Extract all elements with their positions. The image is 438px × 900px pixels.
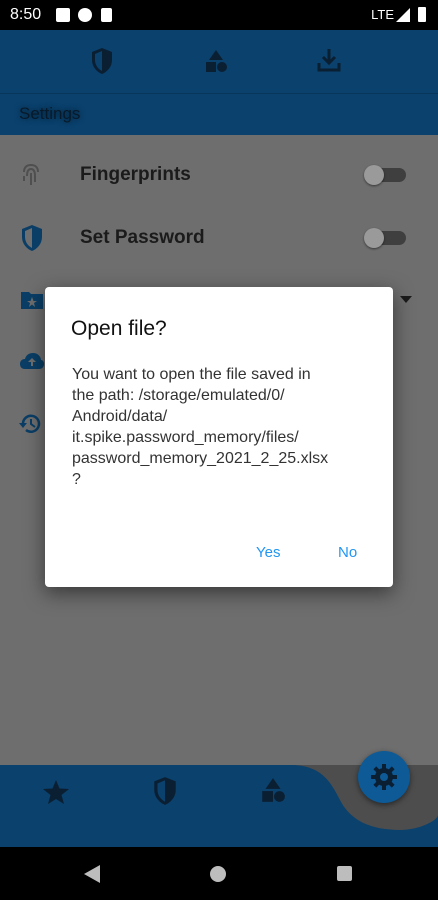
dialog-message-line: Android/data/ [72, 408, 168, 425]
fingerprint-icon [23, 163, 39, 185]
fingerprints-label: Fingerprints [80, 164, 191, 185]
home-icon[interactable] [210, 866, 226, 882]
nav-shapes-icon[interactable] [259, 776, 287, 804]
fingerprints-toggle[interactable] [364, 164, 408, 186]
system-navigation-bar [0, 847, 438, 900]
notification-a-icon [56, 8, 70, 22]
chevron-down-icon[interactable] [400, 296, 412, 304]
dialog-message: You want to open the file saved in the p… [72, 364, 372, 490]
set-password-toggle[interactable] [364, 227, 408, 249]
folder-star-icon [21, 292, 43, 309]
set-password-label: Set Password [80, 227, 205, 248]
password-shield-icon [22, 225, 42, 251]
dialog-message-line: ? [72, 471, 81, 488]
notification-p-icon [78, 8, 92, 22]
page-title: Settings [19, 104, 81, 123]
yes-button[interactable]: Yes [256, 544, 280, 561]
dialog-title: Open file? [71, 317, 167, 340]
download-icon[interactable] [316, 47, 342, 73]
no-button[interactable]: No [338, 544, 357, 561]
signal-icon [396, 8, 410, 22]
cloud-upload-icon [20, 353, 44, 369]
history-icon [19, 414, 41, 433]
back-icon[interactable] [84, 865, 100, 883]
dialog-message-line: the path: /storage/emulated/0/ [72, 387, 285, 404]
recents-icon[interactable] [337, 866, 352, 881]
settings-fab[interactable] [358, 751, 410, 803]
sd-card-icon [101, 8, 112, 22]
battery-icon [418, 7, 426, 22]
dialog-message-line: it.spike.password_memory/files/ [72, 429, 299, 446]
gear-icon [371, 764, 397, 790]
network-type: LTE [371, 7, 394, 22]
dialog-message-line: You want to open the file saved in [72, 366, 311, 383]
shapes-icon[interactable] [203, 48, 229, 74]
shield-icon[interactable] [90, 47, 114, 75]
settings-header: Settings [0, 93, 438, 136]
status-time: 8:50 [10, 6, 42, 23]
top-app-bar [0, 30, 438, 93]
star-icon[interactable] [42, 779, 70, 805]
nav-shield-icon[interactable] [152, 776, 178, 806]
status-bar: 8:50 LTE [0, 0, 438, 30]
dialog-message-line: password_memory_2021_2_25.xlsx [72, 450, 329, 467]
open-file-dialog: Open file? You want to open the file sav… [45, 287, 393, 587]
